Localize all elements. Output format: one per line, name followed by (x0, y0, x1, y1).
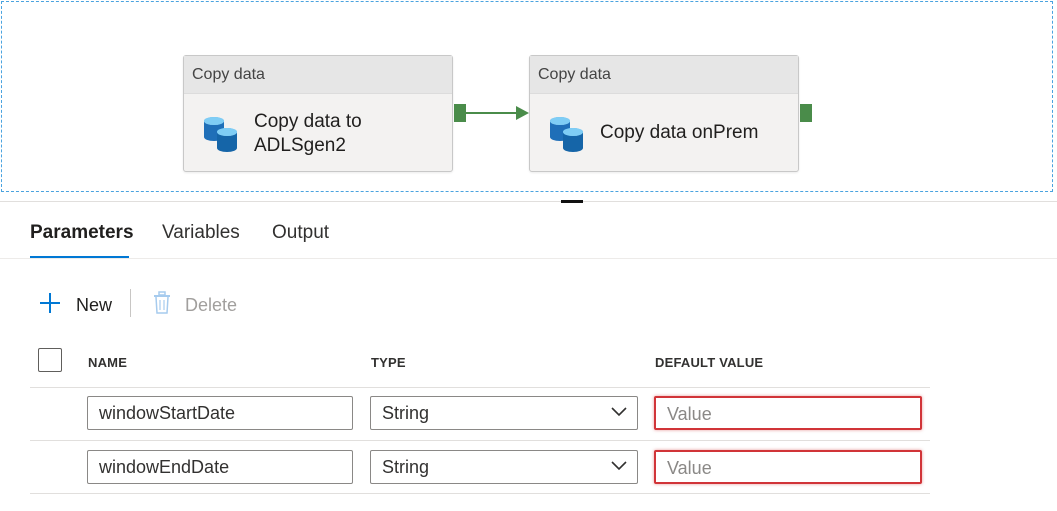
row-divider (30, 387, 930, 388)
output-port[interactable] (454, 104, 466, 122)
dependency-connector-arrow[interactable] (466, 104, 530, 122)
chevron-down-icon (611, 407, 627, 417)
tab-parameters[interactable]: Parameters (30, 222, 134, 244)
activity-copy-data-to-adlsgen2[interactable]: Copy data Copy data to ADLSgen2 (183, 55, 453, 172)
activity-title: Copy data onPrem (600, 122, 759, 143)
tab-output[interactable]: Output (272, 222, 329, 244)
default-value-placeholder: Value (667, 458, 712, 478)
row-divider (30, 440, 930, 441)
new-button-label: New (76, 295, 113, 315)
parameter-name-input[interactable]: windowStartDate (87, 396, 353, 430)
column-header-name: NAME (88, 355, 128, 370)
new-button[interactable]: New (38, 291, 112, 316)
database-icon (550, 117, 583, 152)
activity-copy-data-onprem[interactable]: Copy data Copy data onPrem (529, 55, 799, 172)
plus-icon (40, 293, 60, 313)
parameter-default-value-input[interactable]: Value (654, 450, 922, 484)
delete-button[interactable]: Delete (152, 291, 237, 316)
tab-variables[interactable]: Variables (162, 222, 240, 244)
activity-type-label: Copy data (530, 56, 798, 94)
output-port[interactable] (800, 104, 812, 122)
pane-resize-handle[interactable] (561, 200, 583, 203)
toolbar-separator (130, 289, 131, 317)
trash-icon (154, 291, 170, 314)
parameter-type-select[interactable]: String (370, 450, 638, 484)
parameter-type-value: String (382, 457, 430, 477)
column-header-default-value: DEFAULT VALUE (655, 355, 764, 370)
database-icon (204, 117, 237, 152)
select-all-checkbox[interactable] (38, 348, 62, 372)
pipeline-canvas[interactable] (1, 1, 1053, 192)
row-divider (30, 493, 930, 494)
activity-type-label: Copy data (184, 56, 452, 94)
parameter-default-value-input[interactable]: Value (654, 396, 922, 430)
parameter-name-input[interactable]: windowEndDate (87, 450, 353, 484)
tabs-divider (0, 258, 1057, 259)
parameter-type-value: String (382, 403, 430, 423)
delete-button-label: Delete (185, 295, 238, 315)
column-header-type: TYPE (371, 355, 406, 370)
activity-title: Copy data to ADLSgen2 (254, 111, 362, 156)
default-value-placeholder: Value (667, 404, 712, 424)
pane-divider (0, 201, 1057, 202)
chevron-down-icon (611, 461, 627, 471)
parameter-type-select[interactable]: String (370, 396, 638, 430)
